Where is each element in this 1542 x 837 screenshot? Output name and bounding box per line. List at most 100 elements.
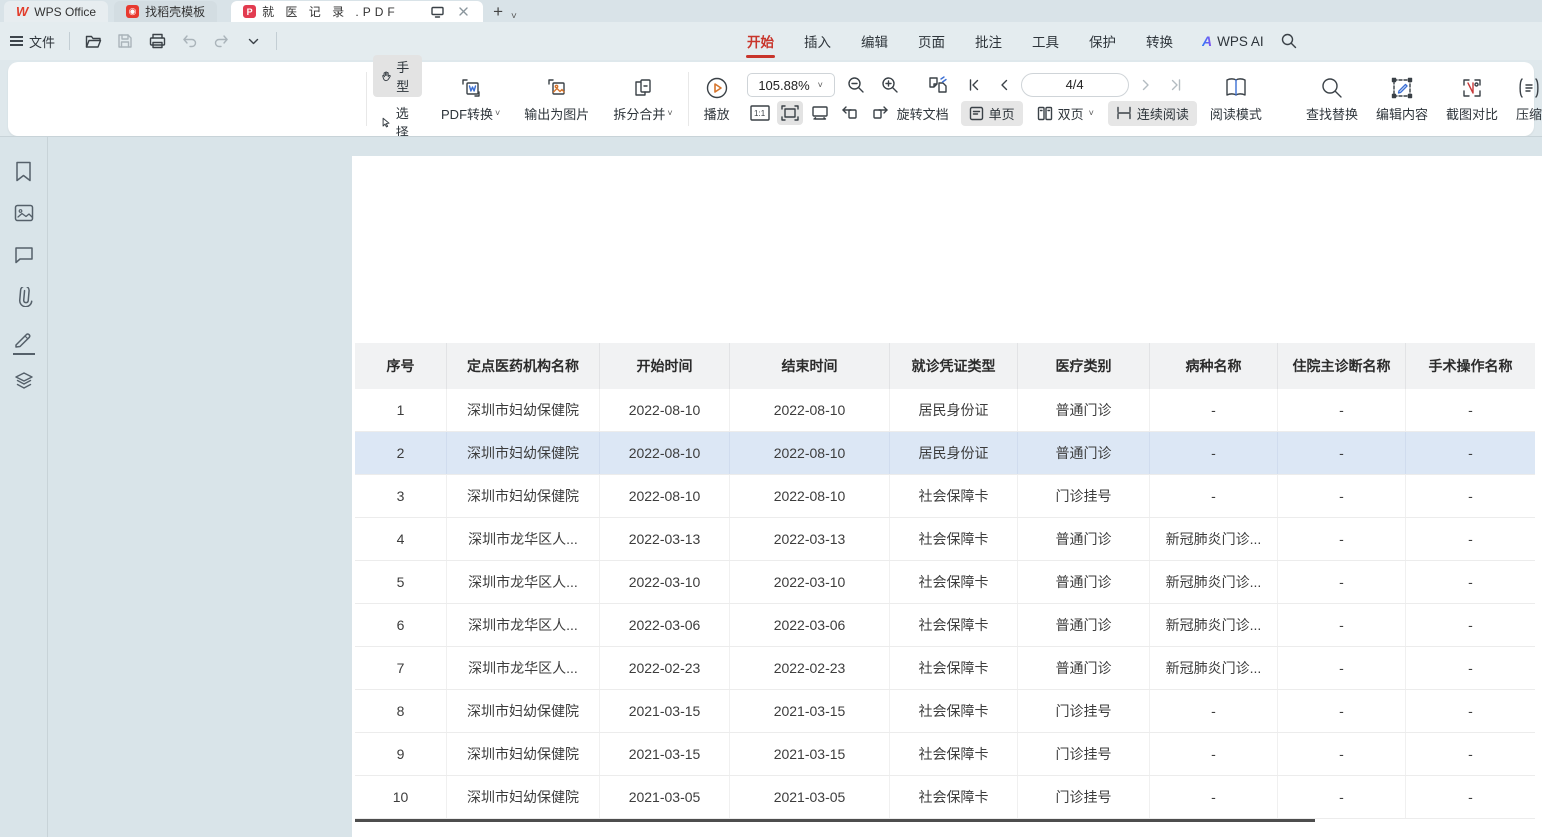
- table-cell: 2022-08-10: [730, 475, 890, 517]
- new-tab-button[interactable]: +: [493, 2, 503, 22]
- document-title: 就 医 记 录 .PDF: [262, 3, 399, 20]
- comments-panel-icon[interactable]: [12, 243, 36, 267]
- actual-size-button[interactable]: 1:1: [747, 101, 773, 125]
- table-cell: 2022-08-10: [600, 475, 730, 517]
- read-mode-button[interactable]: 阅读模式: [1201, 72, 1271, 127]
- page-number-input[interactable]: 4/4: [1021, 73, 1129, 97]
- wps-logo-icon: W: [16, 4, 28, 19]
- last-page-button[interactable]: [1163, 73, 1189, 97]
- table-cell: 2022-02-23: [730, 647, 890, 689]
- window-tab-bar: W WPS Office ◉ 找稻壳模板 P 就 医 记 录 .PDF + ˅: [0, 0, 1542, 22]
- menu-tab-edit[interactable]: 编辑: [846, 22, 903, 60]
- open-file-icon[interactable]: [84, 32, 102, 50]
- menu-tab-page[interactable]: 页面: [903, 22, 960, 60]
- redo-icon[interactable]: [212, 32, 230, 50]
- quick-access-chevron-icon[interactable]: [244, 32, 262, 50]
- fit-page-button[interactable]: [807, 101, 833, 125]
- present-to-screen-icon[interactable]: [429, 4, 445, 20]
- table-cell: 社会保障卡: [890, 776, 1018, 818]
- table-cell: 社会保障卡: [890, 561, 1018, 603]
- file-menu-button[interactable]: 文件: [10, 32, 55, 51]
- menu-tab-tools[interactable]: 工具: [1017, 22, 1074, 60]
- table-header-row: 序号 定点医药机构名称 开始时间 结束时间 就诊凭证类型 医疗类别 病种名称 住…: [355, 343, 1535, 389]
- table-cell: -: [1406, 604, 1535, 646]
- fit-width-button[interactable]: [777, 101, 803, 125]
- wps-pdf-window: W WPS Office ◉ 找稻壳模板 P 就 医 记 录 .PDF + ˅: [0, 0, 1542, 837]
- single-page-button[interactable]: 单页: [961, 101, 1023, 126]
- column-header: 手术操作名称: [1406, 343, 1535, 389]
- first-page-button[interactable]: [961, 73, 987, 97]
- column-header: 医疗类别: [1018, 343, 1150, 389]
- export-image-icon: [545, 76, 569, 100]
- screenshot-compare-icon: [1460, 76, 1484, 100]
- previous-page-button[interactable]: [991, 73, 1017, 97]
- pdf-convert-button[interactable]: PDF转换˅: [432, 72, 509, 127]
- tab-document-active[interactable]: P 就 医 记 录 .PDF: [231, 1, 483, 22]
- table-cell: 2021-03-15: [730, 733, 890, 775]
- save-icon[interactable]: [116, 32, 134, 50]
- signature-panel-icon[interactable]: [12, 327, 36, 351]
- zoom-level-select[interactable]: 105.88% ˅: [747, 73, 835, 97]
- menu-tab-insert[interactable]: 插入: [789, 22, 846, 60]
- double-page-button[interactable]: 双页 ˅: [1029, 101, 1102, 126]
- rotate-right-icon[interactable]: [867, 101, 893, 125]
- divider: [69, 32, 70, 50]
- thumbnails-panel-icon[interactable]: [12, 201, 36, 225]
- tab-docer-templates[interactable]: ◉ 找稻壳模板: [114, 1, 217, 22]
- menu-tab-protect[interactable]: 保护: [1074, 22, 1131, 60]
- table-cell: 普通门诊: [1018, 647, 1150, 689]
- table-row: 9深圳市妇幼保健院2021-03-152021-03-15社会保障卡门诊挂号--…: [355, 733, 1535, 776]
- table-cell: 1: [355, 389, 447, 431]
- play-button[interactable]: 播放: [695, 72, 739, 127]
- zoom-in-button[interactable]: [877, 73, 903, 97]
- table-cell: 门诊挂号: [1018, 733, 1150, 775]
- table-row: 2深圳市妇幼保健院2022-08-102022-08-10居民身份证普通门诊--…: [355, 432, 1535, 475]
- table-cell: 2022-03-13: [600, 518, 730, 560]
- table-cell: 社会保障卡: [890, 690, 1018, 732]
- table-cell: 深圳市妇幼保健院: [447, 690, 600, 732]
- search-icon[interactable]: [1280, 32, 1298, 50]
- table-cell: -: [1278, 475, 1406, 517]
- layers-panel-icon[interactable]: [12, 369, 36, 393]
- table-cell: 深圳市龙华区人...: [447, 604, 600, 646]
- table-cell: 深圳市妇幼保健院: [447, 432, 600, 474]
- tab-list-chevron-icon[interactable]: ˅: [511, 11, 517, 22]
- wps-ai-button[interactable]: A WPS AI: [1202, 33, 1264, 49]
- edit-content-button[interactable]: 编辑内容: [1367, 72, 1437, 127]
- tab-wps-office[interactable]: W WPS Office: [4, 1, 108, 22]
- undo-icon[interactable]: [180, 32, 198, 50]
- split-merge-button[interactable]: 拆分合并˅: [604, 72, 681, 127]
- table-row: 3深圳市妇幼保健院2022-08-102022-08-10社会保障卡门诊挂号--…: [355, 475, 1535, 518]
- table-cell: -: [1406, 518, 1535, 560]
- table-row: 1深圳市妇幼保健院2022-08-102022-08-10居民身份证普通门诊--…: [355, 389, 1535, 432]
- menu-tab-convert[interactable]: 转换: [1131, 22, 1188, 60]
- table-row: 7深圳市龙华区人...2022-02-232022-02-23社会保障卡普通门诊…: [355, 647, 1535, 690]
- continuous-reading-button[interactable]: 连续阅读: [1108, 101, 1197, 126]
- bookmarks-panel-icon[interactable]: [12, 159, 36, 183]
- table-cell: -: [1406, 432, 1535, 474]
- swap-pages-icon[interactable]: [925, 73, 951, 97]
- find-replace-button[interactable]: 查找替换: [1297, 72, 1367, 127]
- next-page-button[interactable]: [1133, 73, 1159, 97]
- document-workspace: 序号 定点医药机构名称 开始时间 结束时间 就诊凭证类型 医疗类别 病种名称 住…: [0, 136, 1542, 837]
- screenshot-compare-button[interactable]: 截图对比: [1437, 72, 1507, 127]
- print-icon[interactable]: [148, 32, 166, 50]
- menu-tab-comment[interactable]: 批注: [960, 22, 1017, 60]
- zoom-out-button[interactable]: [843, 73, 869, 97]
- hand-tool-button[interactable]: 手型: [373, 55, 422, 97]
- docer-icon: ◉: [126, 5, 139, 18]
- table-cell: -: [1150, 776, 1278, 818]
- table-cell: -: [1406, 475, 1535, 517]
- export-as-image-button[interactable]: 输出为图片: [515, 72, 598, 127]
- close-tab-icon[interactable]: [455, 4, 471, 20]
- rotate-document-button[interactable]: 旋转文档: [897, 104, 949, 123]
- table-cell: 深圳市妇幼保健院: [447, 389, 600, 431]
- column-header: 就诊凭证类型: [890, 343, 1018, 389]
- divider: [688, 72, 689, 126]
- attachments-panel-icon[interactable]: [12, 285, 36, 309]
- compress-button[interactable]: 压缩: [1507, 72, 1542, 127]
- rotate-left-icon[interactable]: [837, 101, 863, 125]
- table-cell: 深圳市妇幼保健院: [447, 776, 600, 818]
- menu-tab-home[interactable]: 开始: [732, 22, 789, 60]
- table-cell: 深圳市妇幼保健院: [447, 475, 600, 517]
